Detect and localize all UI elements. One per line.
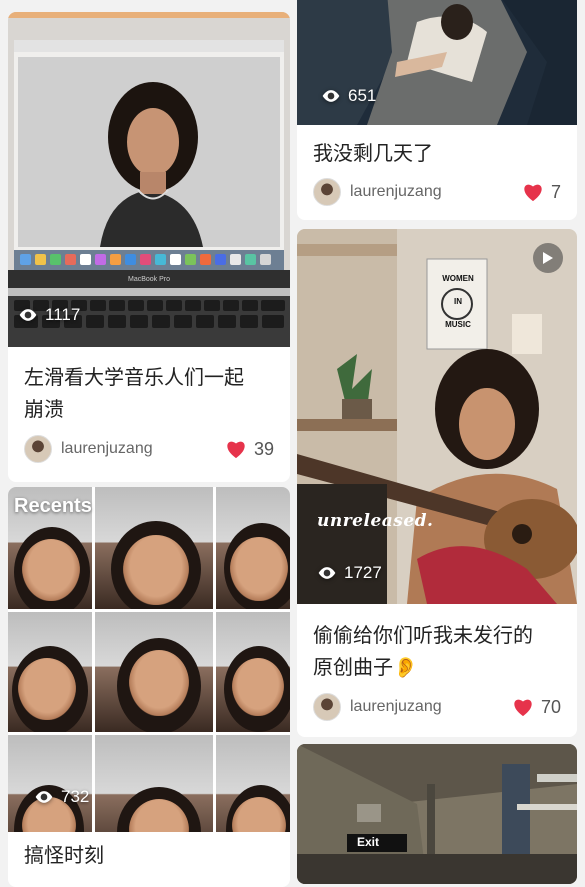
view-count-value: 1117 [45, 305, 81, 324]
eye-icon [19, 309, 37, 321]
view-count: 732 [34, 787, 89, 807]
eye-icon [322, 90, 340, 102]
card-cover-image[interactable]: Exit [297, 744, 577, 884]
card-title[interactable]: 偷偷给你们听我未发行的 原创曲子👂 [313, 619, 563, 683]
like-button[interactable]: 7 [522, 182, 561, 203]
like-count: 70 [540, 696, 561, 717]
eye-icon [318, 567, 336, 579]
heart-icon [514, 699, 532, 717]
grid-photo [216, 487, 290, 609]
cave-photo [297, 0, 577, 125]
laptop-photo [8, 12, 290, 347]
view-count: 1727 [317, 563, 382, 583]
grid-photo [8, 612, 92, 732]
note-card-subway[interactable]: Exit [297, 744, 577, 884]
poster-line: MUSIC [445, 320, 471, 329]
note-card-cave[interactable]: 651 我没剩几天了 laurenjuzang 7 [297, 0, 577, 220]
card-cover-image[interactable]: MacBook Pro 1117 [8, 12, 290, 347]
eye-icon [35, 791, 53, 803]
card-title-line: 我没剩几天了 [313, 141, 433, 165]
username[interactable]: laurenjuzang [350, 698, 512, 716]
like-count: 39 [253, 438, 274, 459]
card-title[interactable]: 左滑看大学音乐人们一起 崩溃 [24, 361, 276, 425]
like-button[interactable]: 70 [512, 697, 561, 718]
subway-photo [297, 744, 577, 884]
grid-photo [95, 612, 213, 732]
card-meta: laurenjuzang 39 [24, 434, 274, 464]
overlay-text: unreleased. [317, 511, 434, 531]
note-card-recents[interactable]: Recents 732 搞怪时刻 [8, 487, 290, 887]
exit-sign-text: Exit [357, 835, 380, 849]
video-play-button[interactable] [533, 243, 563, 273]
photo-grid [8, 487, 290, 832]
avatar[interactable] [24, 435, 52, 463]
card-title-line: 原创曲子👂 [313, 655, 418, 679]
like-count: 7 [550, 181, 561, 202]
avatar[interactable] [313, 178, 341, 206]
avatar[interactable] [313, 693, 341, 721]
grid-photo [216, 735, 290, 832]
card-title-line: 搞怪时刻 [24, 843, 104, 867]
grid-photo [95, 735, 213, 832]
poster-line: IN [454, 297, 462, 306]
card-title-line: 崩溃 [24, 397, 64, 421]
heart-icon [524, 184, 542, 202]
username[interactable]: laurenjuzang [61, 440, 225, 458]
grid-photo [216, 612, 290, 732]
note-card-guitar[interactable]: unreleased. WOMEN IN MUSIC 1727 偷偷给你们听我未… [297, 229, 577, 737]
card-cover-image[interactable]: 651 [297, 0, 577, 125]
card-cover-image[interactable]: unreleased. WOMEN IN MUSIC 1727 [297, 229, 577, 604]
card-meta: laurenjuzang 70 [313, 692, 561, 722]
view-count-value: 1727 [344, 563, 382, 582]
note-card-laptop[interactable]: MacBook Pro 1117 左滑看大学音乐人们一起 崩溃 laurenju… [8, 12, 290, 482]
poster: WOMEN IN MUSIC [433, 267, 483, 336]
card-title[interactable]: 搞怪时刻 [24, 839, 276, 871]
like-button[interactable]: 39 [225, 439, 274, 460]
card-title-line: 偷偷给你们听我未发行的 [313, 623, 533, 647]
overlay-text: Recents [14, 495, 92, 517]
username[interactable]: laurenjuzang [350, 183, 522, 201]
heart-icon [227, 441, 245, 459]
play-icon [543, 252, 553, 264]
grid-photo [8, 735, 92, 832]
view-count: 651 [321, 86, 376, 106]
grid-photo [95, 487, 213, 609]
poster-line: WOMEN [442, 274, 474, 283]
view-count-value: 732 [61, 787, 90, 806]
card-meta: laurenjuzang 7 [313, 177, 561, 207]
screen-label: MacBook Pro [127, 276, 171, 283]
card-title[interactable]: 我没剩几天了 [313, 137, 563, 169]
view-count: 1117 [18, 305, 80, 325]
view-count-value: 651 [348, 86, 377, 105]
dock-icons [20, 254, 271, 265]
card-title-line: 左滑看大学音乐人们一起 [24, 365, 244, 389]
card-cover-image[interactable]: Recents 732 [8, 487, 290, 832]
